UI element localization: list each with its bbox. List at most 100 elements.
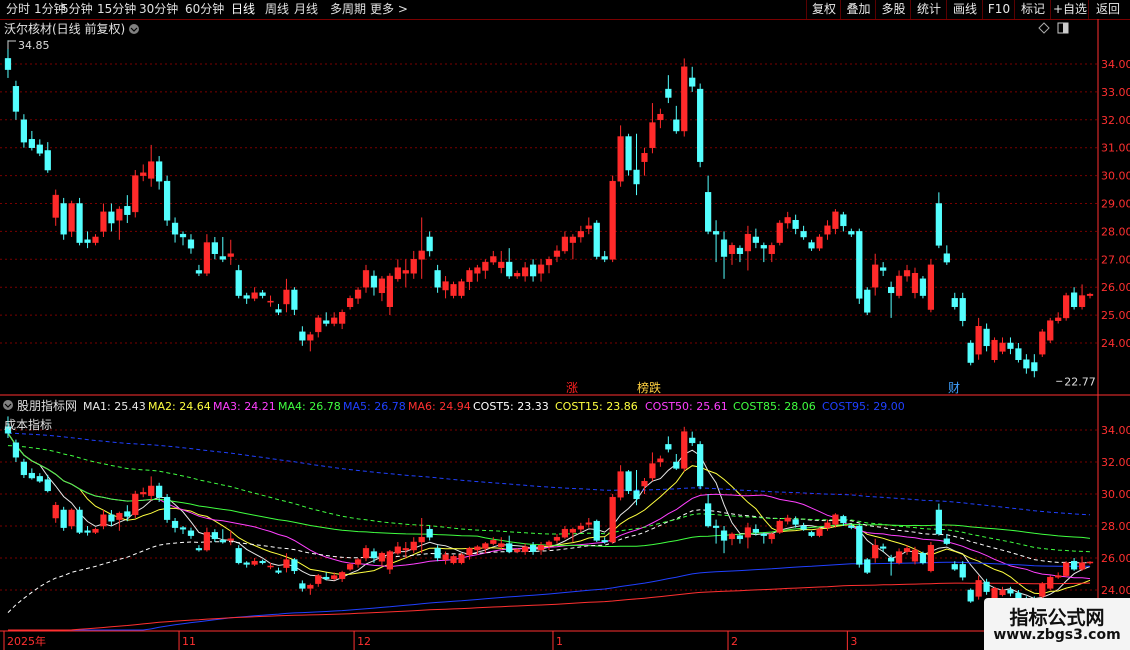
- upper-candle-109: [872, 264, 879, 288]
- indicator-name: 股朋指标网: [17, 398, 77, 413]
- upper-candle-17: [140, 172, 147, 176]
- upper-candle-92: [736, 247, 744, 254]
- lower-candle-26: [211, 532, 218, 540]
- lower-candle-39: [315, 575, 322, 584]
- lower-candle-37: [299, 583, 306, 589]
- lower-candle-20: [163, 496, 171, 520]
- upper-candle-108: [864, 289, 871, 313]
- upper-candle-71: [569, 236, 576, 243]
- upper-tick-label-5: 29.00: [1101, 198, 1130, 211]
- x-axis-label-4: 2: [731, 635, 738, 648]
- lower-candle-52: [418, 536, 425, 543]
- upper-candle-10: [84, 239, 91, 243]
- upper-candle-97: [776, 222, 783, 243]
- upper-candle-11: [92, 236, 99, 243]
- period-tab-10[interactable]: 更多 >: [370, 1, 420, 18]
- lower-candle-121: [967, 589, 974, 602]
- toolbar-button-1[interactable]: 叠加: [840, 0, 876, 19]
- period-tab-9[interactable]: 多周期: [330, 1, 368, 18]
- lower-candle-134: [1070, 560, 1078, 570]
- period-tab-5[interactable]: 60分钟: [185, 1, 229, 18]
- period-tab-0[interactable]: 分时: [6, 1, 32, 18]
- toolbar-button-8[interactable]: 返回: [1088, 0, 1127, 19]
- upper-candle-99: [792, 219, 799, 229]
- lower-candle-126: [1007, 589, 1014, 594]
- toolbar-button-0[interactable]: 复权: [806, 0, 841, 19]
- upper-tick-label-7: 31.00: [1101, 142, 1130, 155]
- lower-candle-113: [903, 548, 911, 552]
- lower-candle-13: [108, 514, 115, 522]
- toolbar-button-4[interactable]: 画线: [946, 0, 983, 19]
- x-axis-label-5: 3: [850, 635, 857, 648]
- upper-tick-label-8: 32.00: [1101, 114, 1130, 127]
- period-tab-7[interactable]: 周线: [265, 1, 293, 18]
- ma3-line: [7, 432, 1091, 580]
- upper-candle-25: [203, 242, 210, 274]
- lower-candle-40: [323, 576, 330, 580]
- indicator-lines: [7, 432, 1091, 631]
- toolbar-button-6[interactable]: 标记: [1014, 0, 1051, 19]
- lower-candle-104: [832, 514, 839, 525]
- period-tab-4[interactable]: 30分钟: [139, 1, 183, 18]
- lower-candle-45: [362, 548, 370, 559]
- lower-candle-6: [52, 504, 59, 519]
- toolbar-button-5[interactable]: F10: [982, 0, 1015, 19]
- upper-candle-70: [561, 236, 569, 252]
- upper-candle-30: [243, 295, 250, 299]
- period-tab-8[interactable]: 月线: [294, 1, 328, 18]
- event-marker-1: 榜跌: [637, 380, 661, 395]
- upper-candle-50: [402, 270, 409, 274]
- period-tab-1[interactable]: 1分钟: [34, 1, 66, 18]
- upper-candle-62: [498, 261, 505, 268]
- upper-candle-98: [784, 217, 791, 224]
- period-tab-3[interactable]: 15分钟: [97, 1, 137, 18]
- lower-candle-80: [641, 480, 648, 487]
- upper-candle-117: [935, 203, 942, 246]
- upper-candle-7: [60, 203, 67, 235]
- upper-candle-16: [132, 175, 139, 213]
- lower-candle-41: [331, 575, 338, 580]
- upper-candle-93: [744, 233, 752, 252]
- ma5-line: [8, 561, 1090, 631]
- legend-item-1: MA2: 24.64: [148, 400, 211, 413]
- upper-candle-64: [514, 273, 521, 277]
- toolbar-button-7[interactable]: +自选: [1050, 0, 1089, 19]
- lower-candle-27: [219, 540, 226, 543]
- upper-candle-107: [856, 231, 863, 299]
- lower-candle-43: [346, 564, 354, 570]
- upper-candle-15: [124, 206, 131, 215]
- upper-candle-75: [601, 256, 608, 260]
- lower-candle-58: [466, 548, 473, 556]
- upper-candle-121: [967, 342, 974, 363]
- lower-candle-117: [935, 509, 942, 535]
- upper-candle-48: [386, 275, 393, 307]
- cost95-line: [7, 432, 1091, 516]
- lower-candle-95: [760, 533, 767, 536]
- lower-candle-65: [522, 546, 529, 552]
- upper-candle-58: [466, 270, 473, 282]
- lower-candle-94: [752, 528, 759, 533]
- period-tab-2[interactable]: 5分钟: [61, 1, 95, 18]
- lower-candle-93: [744, 527, 752, 538]
- upper-candle-22: [179, 233, 187, 238]
- upper-candle-21: [171, 222, 179, 235]
- lower-tick-label-5: 34.00: [1101, 424, 1130, 437]
- upper-candle-129: [1031, 362, 1038, 372]
- upper-candle-28: [227, 253, 234, 257]
- toolbar-button-3[interactable]: 统计: [910, 0, 947, 19]
- lower-candle-83: [665, 444, 672, 450]
- upper-candle-103: [824, 225, 831, 235]
- upper-candle-122: [975, 326, 982, 355]
- lower-candle-135: [1078, 562, 1086, 570]
- lower-candle-19: [156, 485, 163, 498]
- toolbar-button-2[interactable]: 多股: [875, 0, 911, 19]
- lower-candle-46: [370, 551, 378, 559]
- lower-candle-31: [251, 560, 258, 565]
- lower-candle-130: [1039, 583, 1046, 597]
- period-tab-6[interactable]: 日线: [231, 1, 263, 18]
- upper-candle-131: [1047, 320, 1054, 341]
- upper-candle-42: [339, 312, 346, 324]
- lower-candle-97: [776, 520, 783, 533]
- lower-candle-38: [307, 584, 314, 589]
- ma2-line: [7, 432, 1091, 595]
